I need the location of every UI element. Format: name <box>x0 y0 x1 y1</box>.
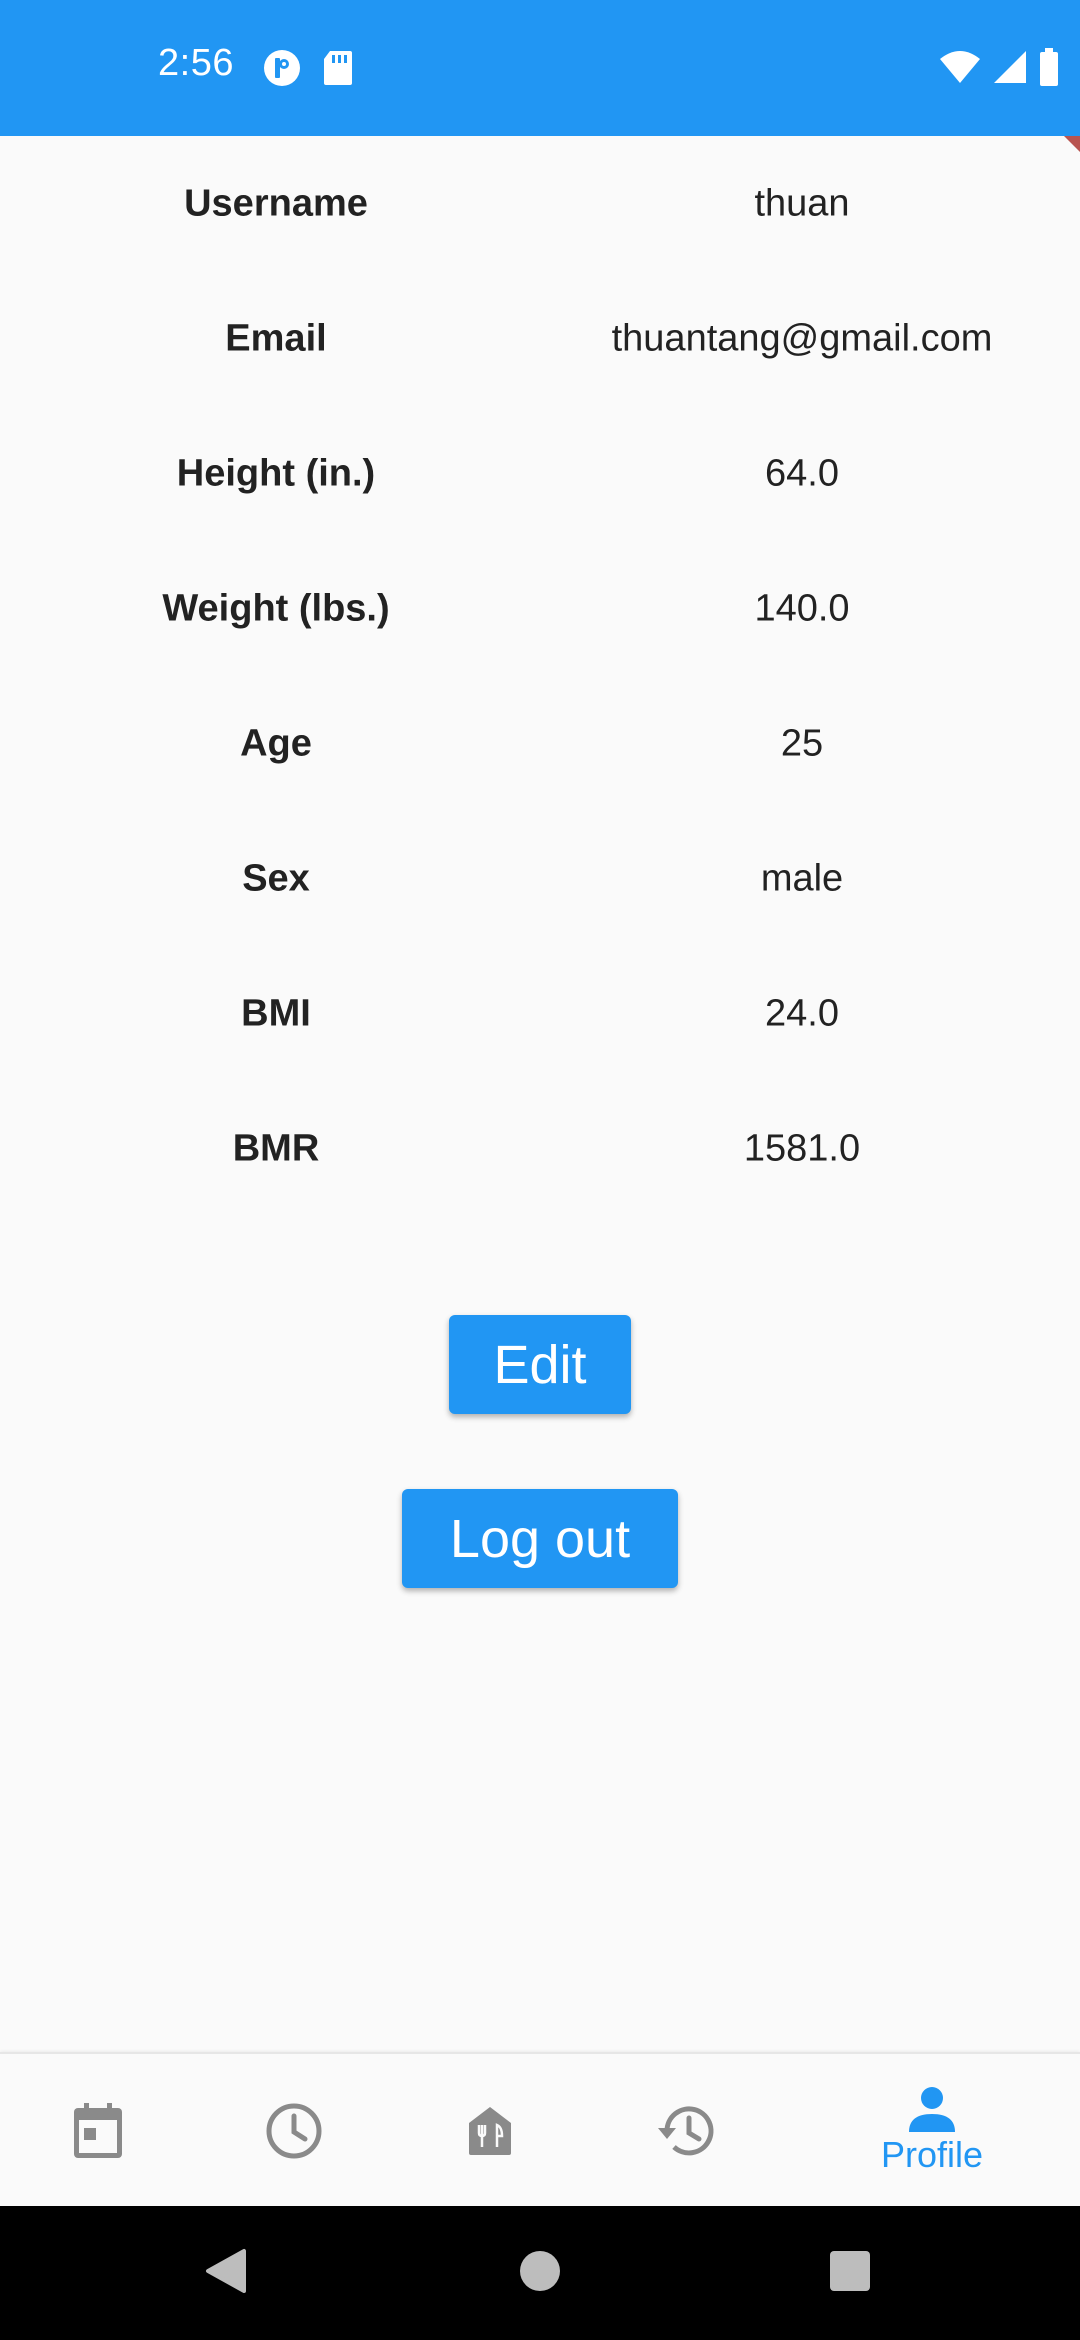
clock-icon <box>265 2102 323 2160</box>
battery-icon <box>1038 48 1060 91</box>
bottom-navigation: Profile <box>0 2052 1080 2206</box>
row-label: Age <box>240 722 312 764</box>
nav-item-clock[interactable] <box>196 2054 392 2208</box>
status-bar: 2:56 <box>0 0 1080 136</box>
calendar-icon <box>72 2103 124 2159</box>
row-label: BMI <box>241 992 311 1034</box>
home-button[interactable] <box>490 2206 590 2340</box>
home-icon <box>519 2250 561 2297</box>
row-value: male <box>760 857 844 899</box>
person-icon <box>907 2086 957 2132</box>
nav-label-profile: Profile <box>880 2134 984 2175</box>
notification-p-icon <box>262 48 302 93</box>
recents-button[interactable] <box>800 2206 900 2340</box>
sd-card-icon <box>322 49 354 92</box>
nav-item-restaurant[interactable] <box>392 2054 588 2208</box>
row-value: 140.0 <box>754 587 850 629</box>
row-label: Height (in.) <box>176 452 376 494</box>
wifi-icon <box>938 49 982 90</box>
profile-row-username: Username thuan <box>0 136 1080 271</box>
profile-row-sex: Sex male <box>0 811 1080 946</box>
app-screen: 2:56 Username thuan Email thuantang@gmai… <box>0 0 1080 2340</box>
history-icon <box>655 2102 717 2160</box>
status-time: 2:56 <box>158 42 234 84</box>
row-value: thuan <box>754 182 850 224</box>
edit-button[interactable]: Edit <box>449 1315 631 1414</box>
nav-item-history[interactable] <box>588 2054 784 2208</box>
cell-signal-icon <box>992 49 1028 90</box>
profile-row-bmi: BMI 24.0 <box>0 946 1080 1081</box>
row-label: Username <box>184 182 368 224</box>
nav-item-profile[interactable]: Profile <box>834 2054 1030 2208</box>
row-value: thuantang@gmail.com <box>611 317 993 359</box>
profile-row-bmr: BMR 1581.0 <box>0 1081 1080 1216</box>
row-label: Sex <box>242 857 310 899</box>
logout-button[interactable]: Log out <box>402 1489 678 1588</box>
nav-item-calendar[interactable] <box>0 2054 196 2208</box>
profile-row-height: Height (in.) 64.0 <box>0 406 1080 541</box>
system-navigation-bar <box>0 2206 1080 2340</box>
recents-icon <box>829 2250 871 2297</box>
row-value: 64.0 <box>765 452 839 494</box>
row-label: BMR <box>232 1127 320 1169</box>
restaurant-icon <box>465 2105 515 2157</box>
back-button[interactable] <box>176 2206 276 2340</box>
row-value: 25 <box>780 722 824 764</box>
row-label: Email <box>225 317 327 359</box>
back-icon <box>204 2248 248 2299</box>
profile-row-weight: Weight (lbs.) 140.0 <box>0 541 1080 676</box>
profile-row-age: Age 25 <box>0 676 1080 811</box>
row-value: 1581.0 <box>743 1127 861 1169</box>
row-value: 24.0 <box>765 992 839 1034</box>
profile-row-email: Email thuantang@gmail.com <box>0 271 1080 406</box>
row-label: Weight (lbs.) <box>162 587 390 629</box>
